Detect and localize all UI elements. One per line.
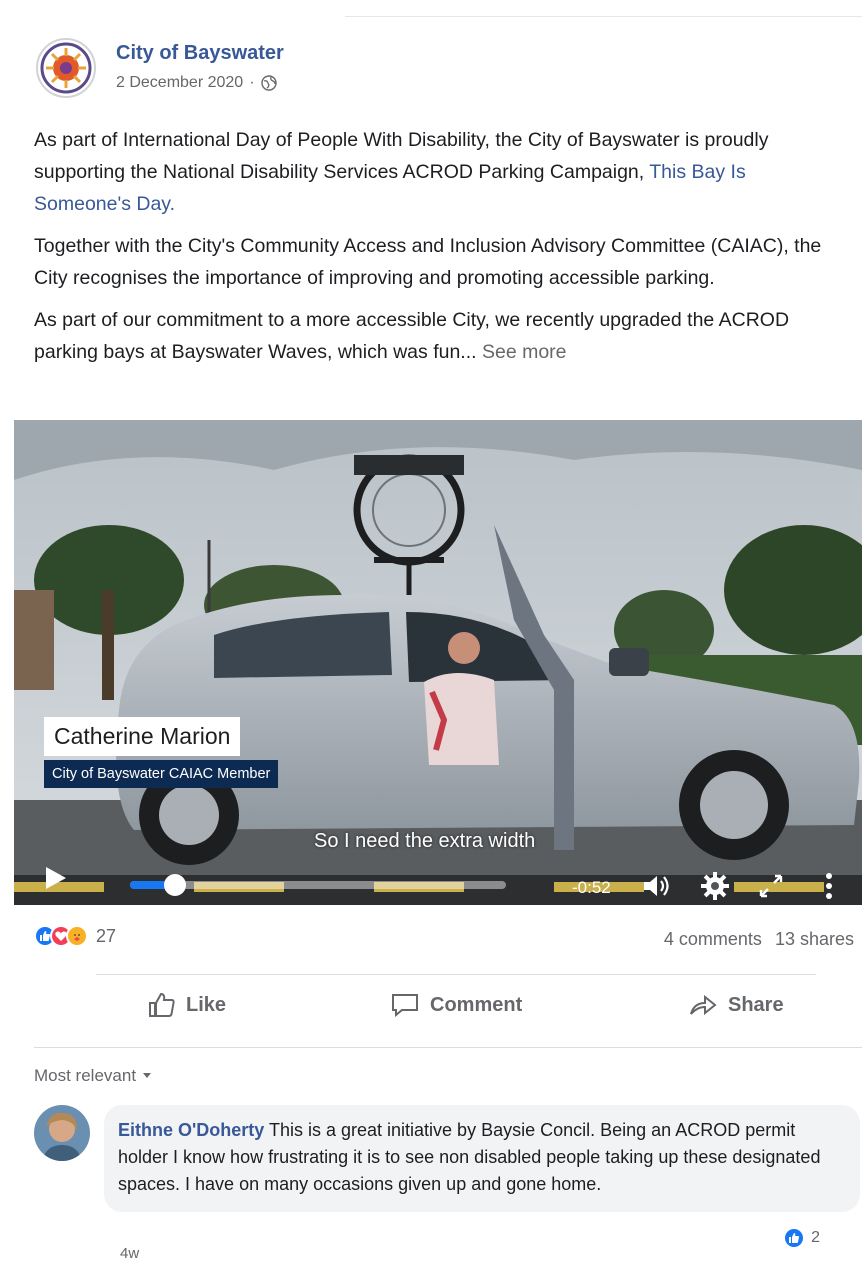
- comments-count-link[interactable]: 4 comments: [664, 929, 762, 949]
- speaker-name: Catherine Marion: [44, 717, 241, 756]
- like-button[interactable]: Like: [148, 992, 226, 1018]
- share-button[interactable]: Share: [688, 992, 784, 1018]
- post-header: City of Bayswater 2 December 2020 ·: [36, 38, 284, 102]
- settings-icon[interactable]: [700, 871, 730, 901]
- comment-button[interactable]: Comment: [390, 992, 522, 1018]
- reaction-count: 27: [96, 925, 117, 946]
- comment-like-icon: [783, 1227, 806, 1249]
- sort-label: Most relevant: [34, 1066, 137, 1085]
- video-controls: -0:52: [14, 845, 862, 905]
- share-label: Share: [728, 993, 784, 1016]
- post-date[interactable]: 2 December 2020: [116, 74, 243, 92]
- volume-icon[interactable]: [640, 871, 670, 901]
- lower-third: Catherine Marion City of Bayswater CAIAC…: [44, 717, 279, 788]
- page-avatar[interactable]: [36, 38, 96, 98]
- comment-bubble: Eithne O'Doherty This is a great initiat…: [104, 1105, 860, 1212]
- post-body: As part of International Day of People W…: [34, 124, 844, 378]
- care-reaction-icon: [66, 925, 88, 947]
- comment-reactions[interactable]: 2: [783, 1227, 820, 1249]
- speaker-role: City of Bayswater CAIAC Member: [44, 760, 279, 788]
- comment-author[interactable]: Eithne O'Doherty: [118, 1120, 264, 1140]
- comment-icon: [392, 994, 418, 1018]
- page-name-link[interactable]: City of Bayswater: [116, 42, 284, 65]
- more-icon[interactable]: [814, 871, 844, 901]
- post-paragraph-1: As part of International Day of People W…: [34, 124, 844, 220]
- video-progress-bar[interactable]: [130, 874, 506, 896]
- reactions-summary[interactable]: 27: [34, 925, 116, 947]
- video-player[interactable]: Catherine Marion City of Bayswater CAIAC…: [14, 420, 862, 905]
- top-divider: [345, 16, 862, 17]
- post-paragraph-3-text: As part of our commitment to a more acce…: [34, 309, 790, 363]
- like-icon: [149, 992, 175, 1017]
- post-stats: 27 4 comments 13 shares: [34, 925, 854, 955]
- play-icon[interactable]: [42, 865, 68, 891]
- comment-timestamp[interactable]: 4w: [120, 1245, 139, 1262]
- time-remaining: -0:52: [572, 878, 611, 897]
- post-paragraph-2: Together with the City's Community Acces…: [34, 235, 822, 289]
- like-label: Like: [186, 993, 227, 1016]
- city-logo-icon: [40, 42, 92, 94]
- progress-knob[interactable]: [164, 874, 187, 896]
- post-paragraph-3: As part of our commitment to a more acce…: [34, 304, 844, 368]
- commenter-avatar[interactable]: [34, 1105, 90, 1161]
- stats-divider: [96, 974, 816, 975]
- see-more-link[interactable]: See more: [482, 341, 567, 363]
- fullscreen-icon[interactable]: [756, 871, 786, 901]
- caret-down-icon: [143, 1073, 152, 1078]
- post-actions: Like Comment Share: [60, 986, 840, 1036]
- share-icon: [690, 994, 717, 1016]
- comment-label: Comment: [430, 993, 523, 1016]
- comment-like-count: 2: [811, 1229, 820, 1246]
- shares-count-link[interactable]: 13 shares: [775, 929, 854, 949]
- date-separator: ·: [249, 74, 255, 91]
- actions-divider: [34, 1047, 862, 1048]
- globe-icon[interactable]: [260, 75, 277, 91]
- comment-sort-dropdown[interactable]: Most relevant: [34, 1066, 152, 1086]
